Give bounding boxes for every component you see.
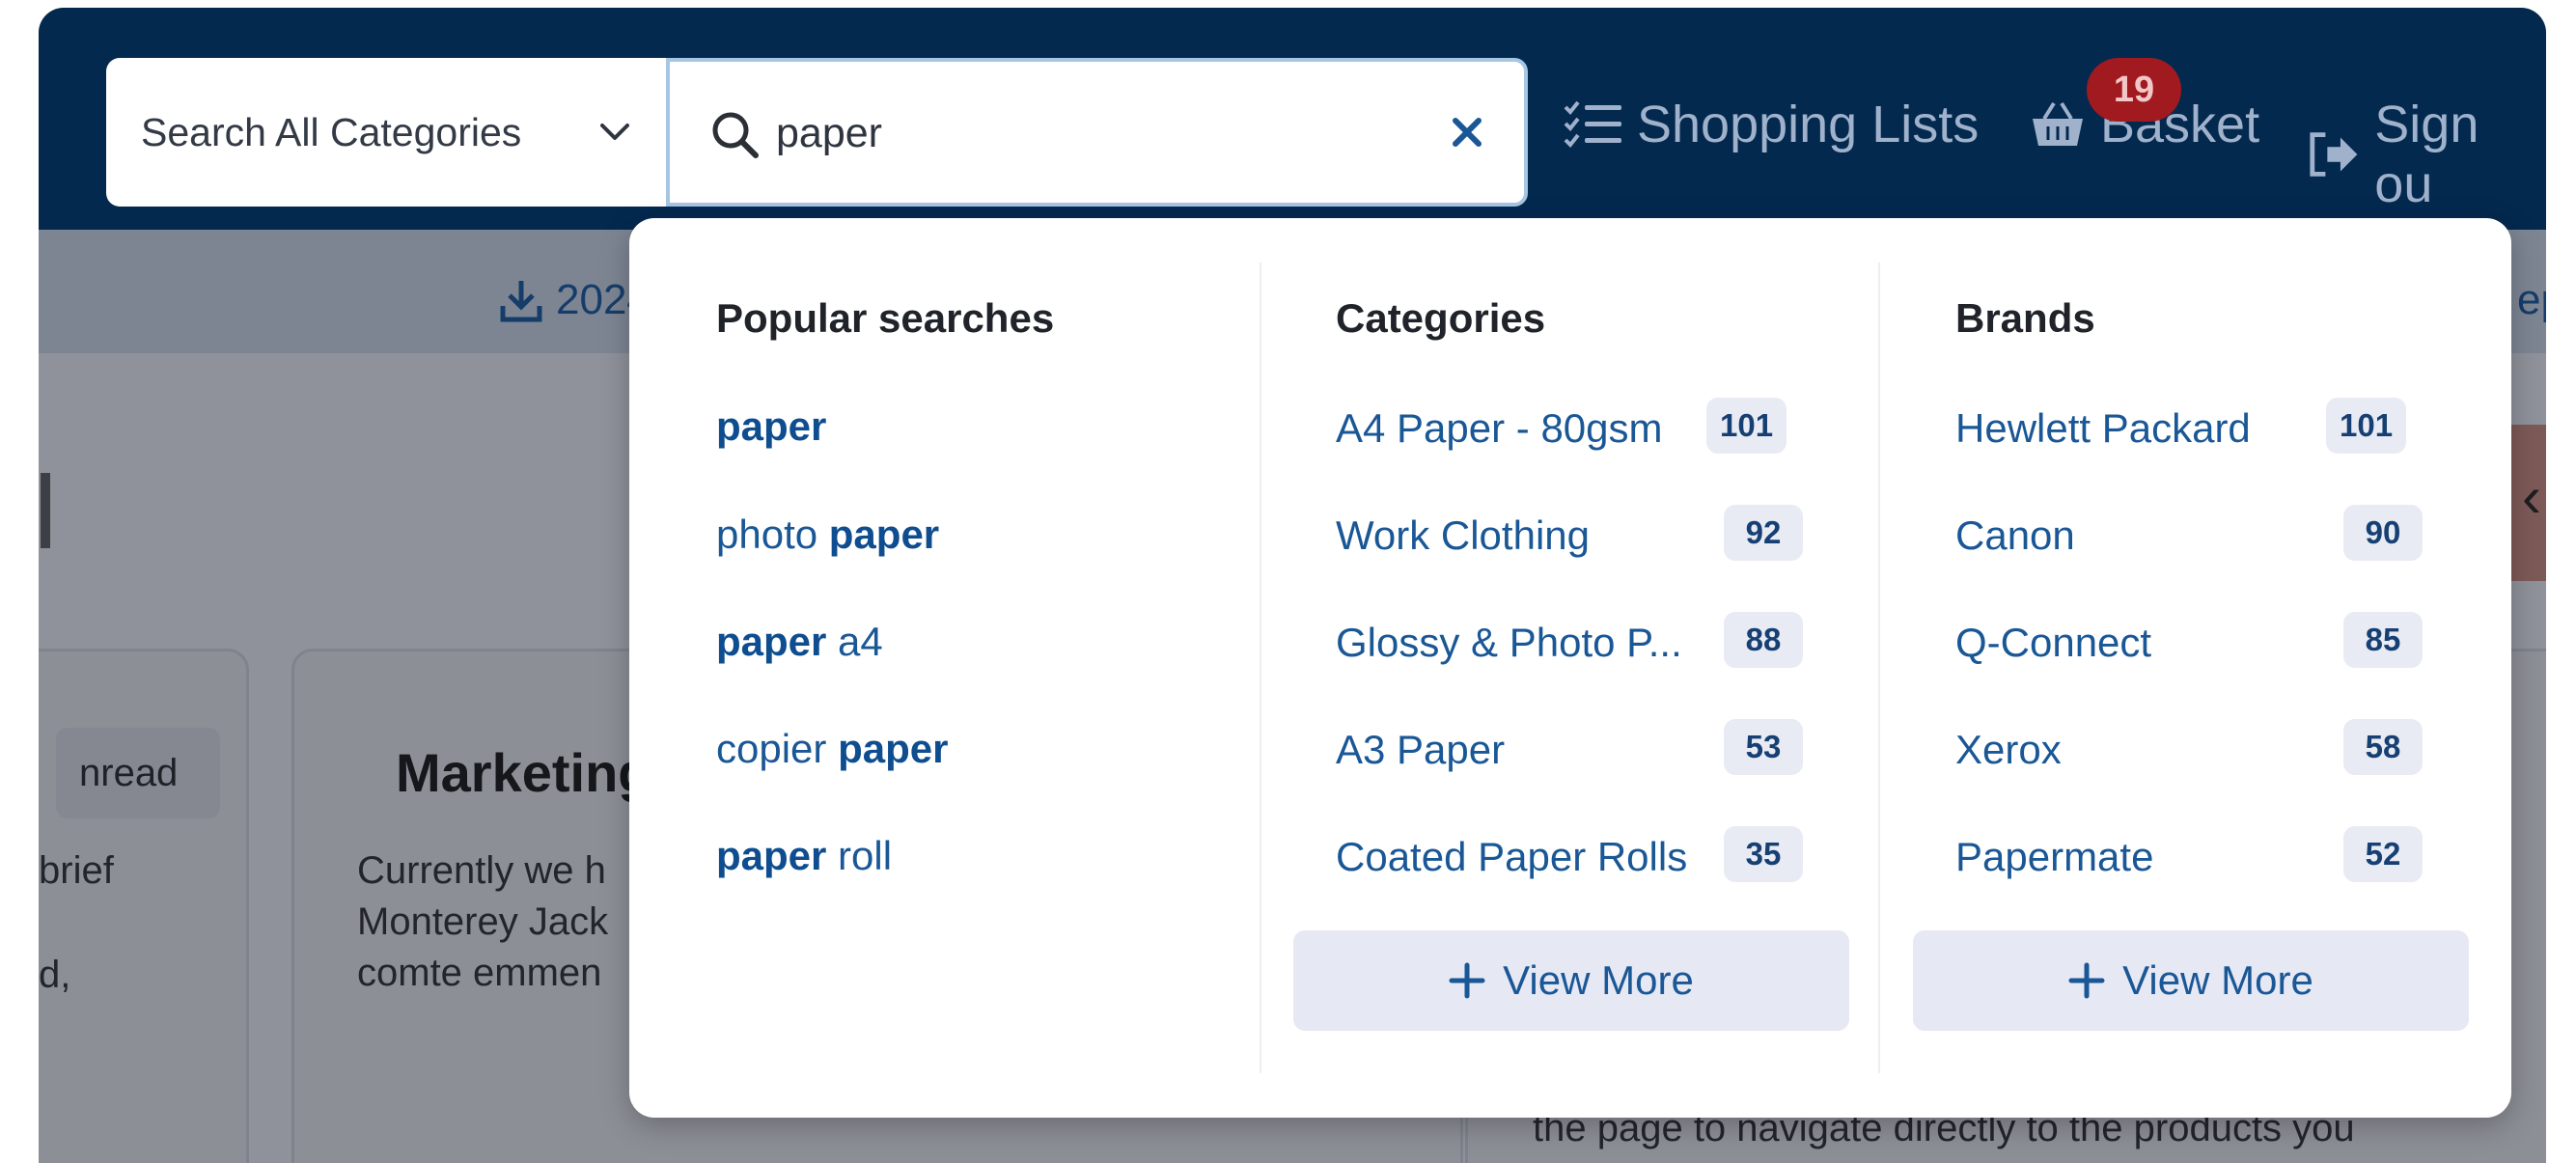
category-count: 35 (1724, 826, 1803, 882)
brand-count: 101 (2326, 398, 2407, 454)
list-check-icon (1564, 100, 1621, 148)
brand-item[interactable]: Q-Connect 85 (1955, 612, 2423, 670)
search-box[interactable] (666, 58, 1528, 207)
popular-search-item[interactable]: copier paper (716, 726, 948, 772)
search-input[interactable] (776, 97, 1394, 170)
category-item[interactable]: Glossy & Photo P... 88 (1336, 612, 1803, 670)
suggestion-match: paper (716, 403, 827, 449)
shopping-lists-label: Shopping Lists (1637, 96, 1980, 153)
brand-label: Q-Connect (1955, 620, 2152, 665)
category-label: Coated Paper Rolls (1336, 834, 1688, 879)
category-label: Work Clothing (1336, 512, 1590, 558)
popular-search-item[interactable]: paper (716, 403, 826, 450)
basket-count-badge: 19 (2087, 58, 2181, 122)
marketing-card-line-2: Monterey Jack (357, 900, 609, 943)
suggestion-match: paper (716, 833, 827, 878)
download-icon (500, 281, 542, 322)
plus-icon (2068, 962, 2105, 999)
category-item[interactable]: Coated Paper Rolls 35 (1336, 826, 1803, 884)
categories-view-more-button[interactable]: View More (1293, 930, 1849, 1031)
category-item[interactable]: A4 Paper - 80gsm 101 (1336, 398, 1803, 456)
suggestion-suffix: roll (826, 833, 893, 878)
search-icon (712, 112, 759, 158)
chevron-down-icon (600, 124, 629, 140)
brand-item[interactable]: Papermate 52 (1955, 826, 2423, 884)
category-select[interactable]: Search All Categories (106, 58, 670, 207)
brand-label: Hewlett Packard (1955, 405, 2251, 451)
category-count: 101 (1706, 398, 1787, 454)
brand-item[interactable]: Xerox 58 (1955, 719, 2423, 777)
suggestion-suffix: a4 (826, 619, 883, 664)
download-link[interactable]: 2024 (500, 276, 651, 324)
column-divider (1878, 263, 1880, 1073)
category-item[interactable]: A3 Paper 53 (1336, 719, 1803, 777)
category-label: A4 Paper - 80gsm (1336, 405, 1663, 451)
left-card-line-2: d, (39, 954, 71, 996)
plus-icon (1449, 962, 1485, 999)
sign-out-label: Sign ou (2374, 96, 2479, 213)
brand-label: Xerox (1955, 727, 2062, 772)
brand-item[interactable]: Hewlett Packard 101 (1955, 398, 2423, 456)
basket-icon (2033, 101, 2083, 146)
column-divider (1260, 263, 1261, 1073)
close-icon[interactable] (1451, 116, 1483, 149)
brand-label: Canon (1955, 512, 2075, 558)
shopping-lists-link[interactable]: Shopping Lists (1564, 95, 1979, 154)
category-count: 88 (1724, 612, 1803, 668)
view-more-label: View More (2122, 957, 2313, 1003)
category-label: Glossy & Photo P... (1336, 620, 1682, 665)
category-count: 92 (1724, 505, 1803, 561)
brand-count: 90 (2343, 505, 2423, 561)
background-side-button: ‹ (2506, 425, 2546, 581)
suggestion-prefix: copier (716, 726, 839, 771)
suggestion-match: paper (716, 619, 827, 664)
marketing-card-line-3: comte emmen (357, 952, 602, 994)
suggestion-match: paper (838, 726, 949, 771)
brands-view-more-button[interactable]: View More (1913, 930, 2469, 1031)
left-card-line-1: brief (39, 849, 114, 892)
marketing-card-title: Marketing (396, 742, 651, 803)
sign-out-icon (2310, 132, 2358, 177)
subbar-right-fragment: ep (2517, 276, 2546, 323)
popular-search-item[interactable]: photo paper (716, 512, 939, 558)
view-more-label: View More (1503, 957, 1694, 1003)
category-item[interactable]: Work Clothing 92 (1336, 505, 1803, 563)
popular-search-item[interactable]: paper roll (716, 833, 892, 879)
popular-searches-title: Popular searches (716, 295, 1055, 341)
suggestion-match: paper (828, 512, 940, 557)
suggestion-prefix: photo (716, 512, 829, 557)
brands-title: Brands (1955, 295, 2095, 341)
brand-count: 52 (2343, 826, 2423, 882)
category-count: 53 (1724, 719, 1803, 775)
brand-count: 85 (2343, 612, 2423, 668)
search-suggestions-dropdown: Popular searches paper photo paper paper… (629, 218, 2511, 1118)
categories-title: Categories (1336, 295, 1546, 341)
popular-search-item[interactable]: paper a4 (716, 619, 883, 665)
unread-chip: nread (56, 728, 220, 818)
background-card-left (39, 649, 249, 1163)
brand-count: 58 (2343, 719, 2423, 775)
marketing-card-line-1: Currently we h (357, 849, 606, 892)
left-edge-glyph (41, 473, 50, 548)
side-chevron-icon: ‹ (2522, 464, 2541, 529)
category-select-value: Search All Categories (141, 109, 522, 154)
category-label: A3 Paper (1336, 727, 1506, 772)
sign-out-link[interactable]: Sign ou (2307, 95, 2546, 214)
brand-item[interactable]: Canon 90 (1955, 505, 2423, 563)
brand-label: Papermate (1955, 834, 2154, 879)
